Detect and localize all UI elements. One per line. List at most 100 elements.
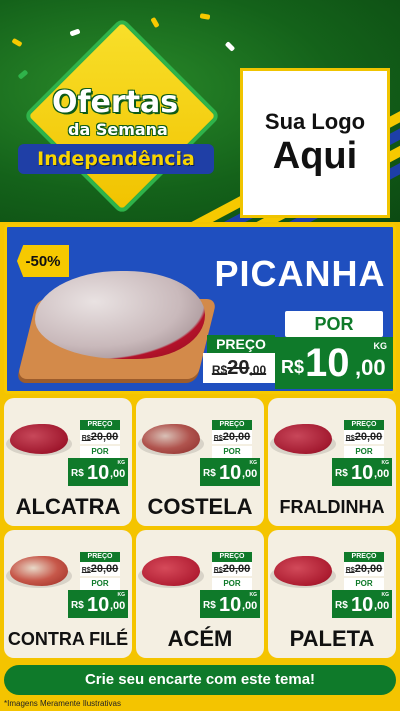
new-price-int: 10: [305, 341, 350, 385]
old-price: R$20,00: [212, 562, 252, 576]
product-name: PALETA: [289, 626, 375, 651]
price-currency: R$: [335, 600, 348, 611]
price-currency: R$: [203, 600, 216, 611]
preco-label: PREÇO: [344, 420, 384, 430]
meat-icon: [142, 424, 200, 454]
new-price: R$ 10,00 KG: [68, 590, 128, 618]
price-cents: ,00: [374, 600, 390, 612]
price-int: 10: [351, 462, 374, 484]
new-price: R$ 10,00 KG: [332, 458, 392, 486]
cta-banner[interactable]: Crie seu encarte com este tema!: [4, 665, 396, 695]
por-label: POR: [80, 446, 120, 458]
logo-text-1: Sua Logo: [264, 109, 366, 134]
unit-label: KG: [249, 592, 258, 598]
product-card: PREÇO R$20,00 POR R$ 10,00 KG ALCATRA: [4, 398, 132, 526]
price-int: 10: [87, 594, 110, 616]
old-price-currency: R$: [81, 567, 91, 574]
preco-label: PREÇO: [212, 552, 252, 562]
product-name: ACÉM: [167, 626, 233, 651]
unit-label: KG: [117, 592, 126, 598]
product-card: PREÇO R$20,00 POR R$ 10,00 KG CONTRA FILÉ: [4, 530, 132, 658]
new-price: R$ 10,00 KG: [200, 458, 260, 486]
old-price-value: 20,00: [354, 563, 383, 575]
por-label: POR: [212, 578, 252, 590]
por-label: POR: [344, 578, 384, 590]
old-price-currency: R$: [213, 567, 223, 574]
product-name: CONTRA FILÉ: [7, 629, 129, 649]
por-label: POR: [344, 446, 384, 458]
old-price: R$20,00: [344, 430, 384, 444]
por-label: POR: [212, 446, 252, 458]
unit-label: KG: [249, 460, 258, 466]
confetti: [150, 16, 160, 29]
meat-icon: [274, 424, 332, 454]
old-price-int: 20: [227, 357, 250, 379]
logo-text-2: Aqui: [272, 135, 358, 177]
product-name: COSTELA: [147, 494, 253, 519]
price-currency: R$: [71, 468, 84, 479]
new-price: R$ 10,00 KG: [332, 590, 392, 618]
preco-label: PREÇO: [80, 552, 120, 562]
unit-label: KG: [381, 592, 390, 598]
unit-label: KG: [373, 341, 388, 351]
confetti: [69, 28, 81, 37]
old-price-value: 20,00: [354, 431, 383, 443]
new-price-currency: R$: [281, 357, 305, 377]
header-banner: Ofertas da Semana Independência Sua Logo…: [0, 0, 400, 222]
product-card: PREÇO R$20,00 POR R$ 10,00 KG ACÉM: [136, 530, 264, 658]
price-cents: ,00: [242, 600, 258, 612]
old-price-currency: R$: [345, 567, 355, 574]
confetti: [199, 13, 211, 20]
meat-icon: [10, 424, 68, 454]
price-int: 10: [87, 462, 110, 484]
product-name: ALCATRA: [15, 494, 121, 519]
featured-product: -50% PICANHA POR PREÇO R$20,00 R$ 10 ,00…: [4, 224, 396, 394]
price-cents: ,00: [110, 600, 126, 612]
unit-label: KG: [117, 460, 126, 466]
old-price-value: 20,00: [90, 431, 119, 443]
old-price: R$20,00: [344, 562, 384, 576]
meat-icon: [10, 556, 68, 586]
price-int: 10: [219, 594, 242, 616]
old-price-value: 20,00: [222, 563, 251, 575]
discount-badge: -50%: [17, 245, 69, 277]
product-card: PREÇO R$20,00 POR R$ 10,00 KG COSTELA: [136, 398, 264, 526]
por-label: POR: [285, 311, 383, 337]
featured-product-name: PICANHA: [214, 253, 386, 294]
meat-icon: [142, 556, 200, 586]
old-price-cents: ,00: [249, 363, 267, 377]
old-price: R$20,00: [203, 353, 275, 383]
price-cents: ,00: [110, 468, 126, 480]
meat-icon: [274, 556, 332, 586]
price-int: 10: [351, 594, 374, 616]
por-label: POR: [80, 578, 120, 590]
new-price: R$ 10,00 KG: [68, 458, 128, 486]
confetti: [17, 69, 29, 80]
old-price-currency: R$: [211, 363, 228, 377]
meat-icon: [35, 271, 205, 359]
old-price-currency: R$: [345, 435, 355, 442]
old-price-currency: R$: [81, 435, 91, 442]
new-price: R$ 10 ,00 KG: [275, 337, 393, 389]
price-currency: R$: [71, 600, 84, 611]
old-price-value: 20,00: [90, 563, 119, 575]
product-card: PREÇO R$20,00 POR R$ 10,00 KG FRALDINHA: [268, 398, 396, 526]
price-cents: ,00: [242, 468, 258, 480]
product-card: PREÇO R$20,00 POR R$ 10,00 KG PALETA: [268, 530, 396, 658]
title-line-2: da Semana: [68, 120, 168, 139]
preco-label: PREÇO: [212, 420, 252, 430]
logo-placeholder: Sua Logo Aqui: [240, 68, 390, 218]
confetti: [11, 37, 23, 48]
price-currency: R$: [335, 468, 348, 479]
title-line-3: Independência: [18, 144, 214, 174]
product-name: FRALDINHA: [279, 497, 385, 517]
old-price-currency: R$: [213, 435, 223, 442]
preco-label: PREÇO: [344, 552, 384, 562]
new-price-cents: ,00: [355, 355, 386, 380]
title-line-1: Ofertas: [52, 85, 179, 120]
preco-label: PREÇO: [80, 420, 120, 430]
old-price: R$20,00: [212, 430, 252, 444]
old-price-value: 20,00: [222, 431, 251, 443]
disclaimer: *Imagens Meramente Ilustrativas: [4, 699, 121, 708]
new-price: R$ 10,00 KG: [200, 590, 260, 618]
